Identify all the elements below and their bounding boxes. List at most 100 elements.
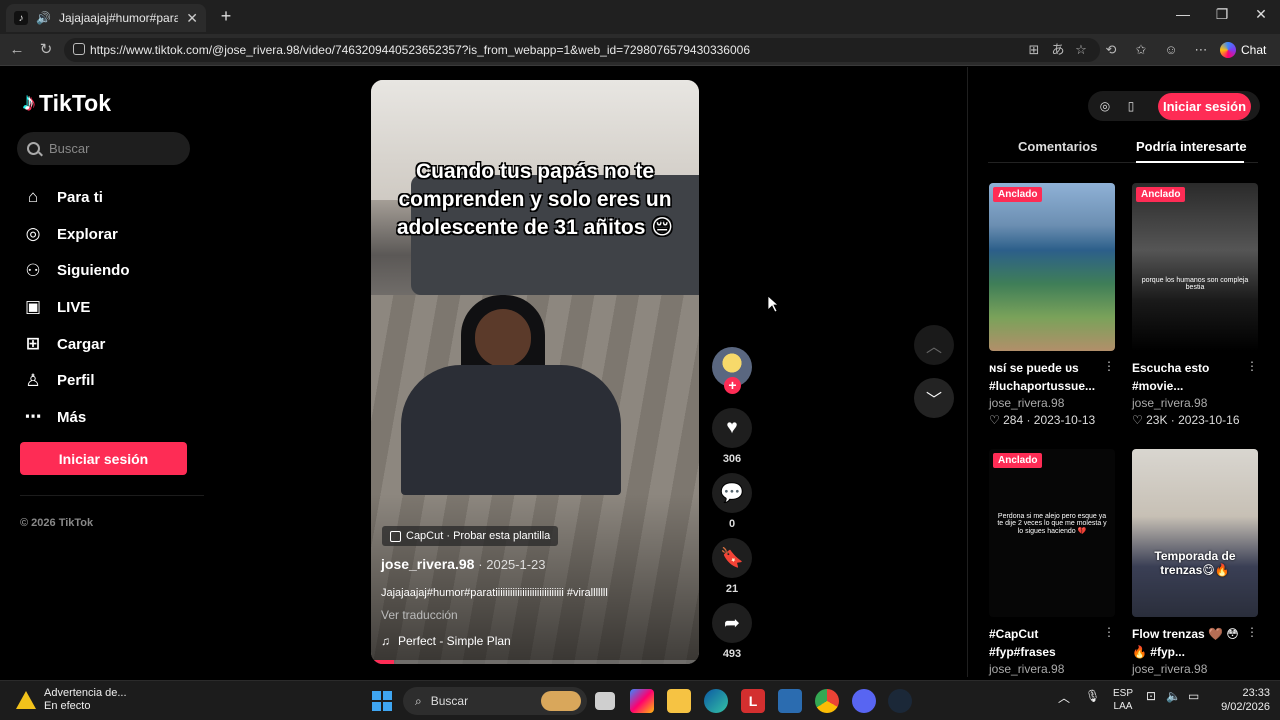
reload-icon[interactable]: ↻ (37, 41, 55, 59)
network-icon[interactable]: ⊡ (1146, 689, 1156, 703)
card-author[interactable]: jose_rivera.98 (1132, 396, 1258, 410)
suggested-video-card[interactable]: Anclado porque los humanos son compleja … (1132, 183, 1258, 427)
thumbnail-text: porque los humanos son compleja bestia (1141, 277, 1249, 291)
browser-tab[interactable]: ♪ 🔊 Jajajaajaj#humor#paratiiiiiiiiiiiii … (6, 4, 206, 32)
back-icon[interactable]: ← (8, 41, 26, 59)
save-action[interactable]: 🔖 21 (712, 538, 752, 595)
site-info-icon[interactable] (73, 43, 85, 55)
video-thumbnail[interactable]: Anclado Perdona si me alejo pero esque y… (989, 449, 1115, 617)
app-available-icon[interactable]: ⊞ (1026, 42, 1042, 58)
sidebar-item-cargar[interactable]: ⊞ Cargar (23, 326, 130, 363)
pinned-badge: Anclado (1136, 187, 1186, 202)
close-window-icon[interactable]: ✕ (1246, 6, 1276, 23)
language-indicator[interactable]: ESP LAA (1110, 687, 1136, 713)
capcut-template-link[interactable]: CapCut · Probar esta plantilla (382, 526, 559, 546)
taskbar-clock[interactable]: 23:33 9/02/2026 (1214, 686, 1270, 714)
chrome-icon[interactable] (815, 689, 839, 713)
maximize-icon[interactable]: ❐ (1207, 6, 1237, 23)
search-input[interactable] (49, 141, 179, 156)
notification-title: Advertencia de... (44, 687, 127, 699)
more-options-icon[interactable]: ⋮ (1103, 359, 1115, 373)
sidebar-item-explorar[interactable]: ◎ Explorar (23, 216, 130, 253)
more-options-icon[interactable]: ⋮ (1103, 625, 1115, 639)
file-explorer-icon[interactable] (667, 689, 691, 713)
card-author[interactable]: jose_rivera.98 (1132, 662, 1258, 676)
share-icon[interactable]: ➦ (712, 603, 752, 643)
keyboard-layout: LAA (1113, 701, 1133, 712)
extensions-icon[interactable]: ⟲ (1103, 42, 1119, 58)
tab-podria-interesarte[interactable]: Podría interesarte (1136, 139, 1247, 154)
sidebar-item-siguiendo[interactable]: ⚇ Siguiendo (23, 252, 129, 289)
login-button[interactable]: Iniciar sesión (20, 442, 187, 475)
mouse-cursor-icon (768, 296, 778, 312)
capcut-label: CapCut · Probar esta plantilla (406, 530, 551, 542)
see-translation-link[interactable]: Ver traducción (381, 608, 458, 622)
device-icon[interactable]: ▯ (1123, 98, 1139, 114)
video-author[interactable]: jose_rivera.98 (381, 556, 474, 572)
mail-app-icon[interactable] (778, 689, 802, 713)
sidebar-item-live[interactable]: ▣ LIVE (23, 289, 130, 326)
taskbar-search[interactable]: ⌕ Buscar (403, 687, 587, 715)
url-field[interactable]: https://www.tiktok.com/@jose_rivera.98/v… (64, 38, 1100, 62)
coin-icon[interactable]: ◎ (1097, 98, 1113, 114)
red-l-app-icon[interactable]: L (741, 689, 765, 713)
sidebar-item-para-ti[interactable]: ⌂ Para ti (23, 179, 130, 216)
minimize-icon[interactable]: — (1168, 6, 1198, 22)
profile-avatar-icon[interactable]: ☺ (1163, 42, 1179, 58)
bookmark-icon[interactable]: 🔖 (712, 538, 752, 578)
suggested-video-card[interactable]: Anclado ⋮ ɴsí se puede ᴜs #luchaportussu… (989, 183, 1115, 427)
volume-icon[interactable]: 🔈 (1166, 689, 1181, 703)
steam-icon[interactable] (888, 689, 912, 713)
video-thumbnail[interactable]: Anclado (989, 183, 1115, 351)
card-title: Escucha esto #movie... (1132, 361, 1210, 393)
live-icon: ▣ (24, 297, 42, 317)
login-button-top[interactable]: Iniciar sesión (1158, 93, 1251, 120)
more-options-icon[interactable]: ⋮ (1246, 359, 1258, 373)
follow-plus-icon[interactable]: + (724, 377, 741, 394)
copilot-icon (1220, 42, 1236, 58)
video-thumbnail[interactable]: Anclado porque los humanos son compleja … (1132, 183, 1258, 351)
new-tab-button[interactable]: + (216, 6, 236, 26)
video-progress-bar[interactable] (371, 660, 699, 664)
suggested-video-card[interactable]: Anclado Perdona si me alejo pero esque y… (989, 449, 1115, 676)
like-action[interactable]: ♥ 306 (712, 408, 752, 465)
comment-action[interactable]: 💬 0 (712, 473, 752, 530)
show-hidden-icons-chevron-up-icon[interactable]: ︿ (1058, 689, 1070, 706)
sidebar-item-mas[interactable]: ⋯ Más (23, 399, 130, 436)
video-music[interactable]: ♫ Perfect - Simple Plan (381, 634, 511, 648)
microphone-icon[interactable]: 🎙 (1085, 689, 1100, 703)
tiktok-logo[interactable]: ♪ TikTok (23, 89, 111, 117)
more-options-icon[interactable]: ⋮ (1246, 625, 1258, 639)
warning-notification[interactable]: Advertencia de... En efecto (16, 687, 127, 713)
tab-comentarios[interactable]: Comentarios (1018, 139, 1097, 154)
close-tab-icon[interactable]: ✕ (186, 10, 198, 27)
speaker-icon[interactable]: 🔊 (36, 11, 51, 25)
copilot-app-icon[interactable] (630, 689, 654, 713)
taskbar-search-icon: ⌕ (415, 693, 422, 708)
discord-icon[interactable] (852, 689, 876, 713)
task-view-icon[interactable] (595, 692, 615, 710)
search-icon (27, 142, 40, 155)
heart-icon[interactable]: ♥ (712, 408, 752, 448)
edge-browser-icon[interactable] (704, 689, 728, 713)
search-box[interactable] (17, 132, 190, 165)
translate-icon[interactable]: あ (1050, 42, 1066, 58)
sidebar-item-perfil[interactable]: ♙ Perfil (23, 362, 130, 399)
settings-more-icon[interactable]: ⋯ (1193, 42, 1209, 58)
share-action[interactable]: ➦ 493 (712, 603, 752, 660)
comment-icon[interactable]: 💬 (712, 473, 752, 513)
card-author[interactable]: jose_rivera.98 (989, 662, 1115, 676)
suggested-video-card[interactable]: Temporada de trenzas😋🔥 ⋮ Flow trenzas 🤎 … (1132, 449, 1258, 676)
video-player[interactable]: Cuando tus papás no te comprenden y solo… (371, 80, 699, 664)
favorites-icon[interactable]: ✩ (1133, 42, 1149, 58)
video-thumbnail[interactable]: Temporada de trenzas😋🔥 (1132, 449, 1258, 617)
language-code: ESP (1112, 688, 1133, 699)
battery-icon[interactable]: ▭ (1188, 689, 1199, 703)
pinned-badge: Anclado (993, 453, 1043, 468)
previous-video-chevron-up-icon[interactable]: ︿ (914, 325, 954, 365)
favorite-star-icon[interactable]: ☆ (1073, 42, 1089, 58)
windows-start-icon[interactable] (372, 691, 392, 711)
next-video-chevron-down-icon[interactable]: ﹀ (914, 378, 954, 418)
copilot-chat-button[interactable]: Chat (1220, 39, 1274, 61)
card-author[interactable]: jose_rivera.98 (989, 396, 1115, 410)
